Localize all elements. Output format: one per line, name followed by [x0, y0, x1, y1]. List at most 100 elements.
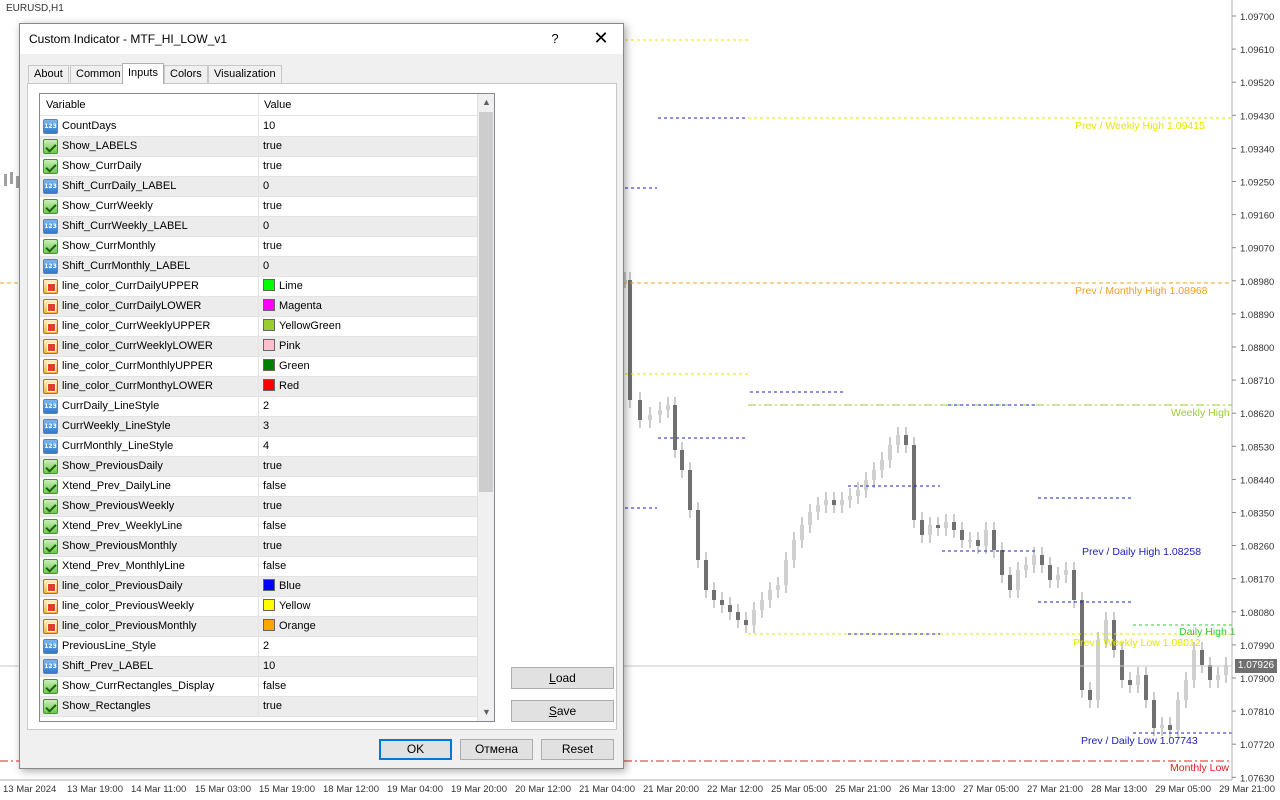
load-button-mnemonic: L [549, 671, 556, 685]
value-cell[interactable]: false [259, 477, 477, 496]
table-row[interactable]: Shift_CurrWeekly_LABEL 0 [40, 217, 477, 237]
value-cell[interactable]: true [259, 697, 477, 716]
value-cell[interactable]: true [259, 457, 477, 476]
table-row[interactable]: Xtend_Prev_WeeklyLine false [40, 517, 477, 537]
tab-about[interactable]: About [28, 65, 69, 83]
candle-body [1152, 700, 1156, 728]
table-row[interactable]: Show_PreviousMonthly true [40, 537, 477, 557]
table-row[interactable]: CurrWeekly_LineStyle 3 [40, 417, 477, 437]
table-row[interactable]: line_color_PreviousMonthly Orange [40, 617, 477, 637]
candle-body [728, 605, 732, 612]
value-cell[interactable]: false [259, 557, 477, 576]
variable-cell: CountDays [40, 117, 259, 136]
table-row[interactable]: line_color_CurrMonthyLOWER Red [40, 377, 477, 397]
column-header-value[interactable]: Value [259, 94, 477, 116]
value-cell[interactable]: 3 [259, 417, 477, 436]
value-cell[interactable]: 10 [259, 117, 477, 136]
value-cell[interactable]: Green [259, 357, 477, 376]
value-cell[interactable]: 0 [259, 177, 477, 196]
value-cell[interactable]: Blue [259, 577, 477, 596]
value-cell[interactable]: Red [259, 377, 477, 396]
value-cell[interactable]: true [259, 497, 477, 516]
price-tick-label: 1.09250 [1240, 178, 1274, 189]
value-cell[interactable]: false [259, 677, 477, 696]
value-cell[interactable]: Pink [259, 337, 477, 356]
table-row[interactable]: Shift_CurrDaily_LABEL 0 [40, 177, 477, 197]
table-row[interactable]: Shift_Prev_LABEL 10 [40, 657, 477, 677]
scroll-up-icon[interactable]: ▲ [478, 94, 494, 111]
value-cell[interactable]: 0 [259, 257, 477, 276]
table-row[interactable]: CountDays 10 [40, 117, 477, 137]
tab-visualization[interactable]: Visualization [208, 65, 282, 83]
value-cell[interactable]: 4 [259, 437, 477, 456]
table-row[interactable]: Show_PreviousWeekly true [40, 497, 477, 517]
variable-name: line_color_PreviousMonthly [62, 620, 197, 632]
table-row[interactable]: line_color_CurrDailyUPPER Lime [40, 277, 477, 297]
ok-button[interactable]: OK [379, 739, 452, 760]
cancel-button[interactable]: Отмена [460, 739, 533, 760]
value-text: Orange [279, 620, 316, 632]
value-cell[interactable]: 0 [259, 217, 477, 236]
table-row[interactable]: Show_CurrMonthly true [40, 237, 477, 257]
table-row[interactable]: Show_CurrDaily true [40, 157, 477, 177]
variable-cell: line_color_PreviousWeekly [40, 597, 259, 616]
table-row[interactable]: line_color_PreviousWeekly Yellow [40, 597, 477, 617]
table-row[interactable]: line_color_CurrMonthlyUPPER Green [40, 357, 477, 377]
table-row[interactable]: CurrDaily_LineStyle 2 [40, 397, 477, 417]
scroll-thumb[interactable] [479, 112, 493, 492]
table-row[interactable]: line_color_CurrWeeklyUPPER YellowGreen [40, 317, 477, 337]
value-text: Yellow [279, 600, 311, 612]
column-header-variable[interactable]: Variable [40, 94, 259, 116]
level-label: Prev / Monthly High 1.08968 [1075, 285, 1208, 297]
table-row[interactable]: Xtend_Prev_DailyLine false [40, 477, 477, 497]
integer-type-icon [43, 179, 58, 194]
tab-inputs[interactable]: Inputs [122, 63, 164, 84]
value-cell[interactable]: false [259, 517, 477, 536]
reset-button[interactable]: Reset [541, 739, 614, 760]
table-row[interactable]: line_color_CurrDailyLOWER Magenta [40, 297, 477, 317]
table-row[interactable]: PreviousLine_Style 2 [40, 637, 477, 657]
table-row[interactable]: Show_Rectangles true [40, 697, 477, 717]
boolean-type-icon [43, 699, 58, 714]
value-cell[interactable]: 10 [259, 657, 477, 676]
time-tick-label: 21 Mar 04:00 [579, 784, 635, 795]
price-tick-label: 1.07720 [1240, 740, 1274, 751]
value-cell[interactable]: true [259, 157, 477, 176]
value-cell[interactable]: true [259, 237, 477, 256]
value-cell[interactable]: true [259, 197, 477, 216]
table-row[interactable]: Xtend_Prev_MonthlyLine false [40, 557, 477, 577]
table-row[interactable]: Show_CurrWeekly true [40, 197, 477, 217]
variable-name: Show_CurrDaily [62, 160, 142, 172]
table-row[interactable]: Shift_CurrMonthly_LABEL 0 [40, 257, 477, 277]
tab-common[interactable]: Common [70, 65, 127, 83]
variable-cell: Show_PreviousDaily [40, 457, 259, 476]
table-row[interactable]: Show_CurrRectangles_Display false [40, 677, 477, 697]
value-cell[interactable]: 2 [259, 397, 477, 416]
table-row[interactable]: CurrMonthly_LineStyle 4 [40, 437, 477, 457]
value-cell[interactable]: true [259, 537, 477, 556]
tab-colors[interactable]: Colors [164, 65, 208, 83]
load-button[interactable]: Load [511, 667, 614, 689]
value-cell[interactable]: Orange [259, 617, 477, 636]
value-cell[interactable]: Lime [259, 277, 477, 296]
value-text: false [263, 480, 287, 492]
vertical-scrollbar[interactable]: ▲ ▼ [477, 94, 494, 721]
scroll-down-icon[interactable]: ▼ [478, 704, 494, 721]
value-cell[interactable]: Yellow [259, 597, 477, 616]
dialog-titlebar[interactable]: Custom Indicator - MTF_HI_LOW_v1 ? ✕ [20, 24, 623, 54]
value-cell[interactable]: true [259, 137, 477, 156]
price-tick-label: 1.09430 [1240, 111, 1274, 122]
value-cell[interactable]: 2 [259, 637, 477, 656]
value-cell[interactable]: YellowGreen [259, 317, 477, 336]
save-button[interactable]: Save [511, 700, 614, 722]
help-button[interactable]: ? [540, 24, 570, 54]
boolean-type-icon [43, 199, 58, 214]
variable-cell: line_color_CurrDailyUPPER [40, 277, 259, 296]
table-row[interactable]: Show_PreviousDaily true [40, 457, 477, 477]
table-row[interactable]: line_color_PreviousDaily Blue [40, 577, 477, 597]
value-cell[interactable]: Magenta [259, 297, 477, 316]
price-tick-label: 1.08530 [1240, 442, 1274, 453]
close-icon[interactable]: ✕ [582, 24, 620, 54]
table-row[interactable]: Show_LABELS true [40, 137, 477, 157]
table-row[interactable]: line_color_CurrWeeklyLOWER Pink [40, 337, 477, 357]
